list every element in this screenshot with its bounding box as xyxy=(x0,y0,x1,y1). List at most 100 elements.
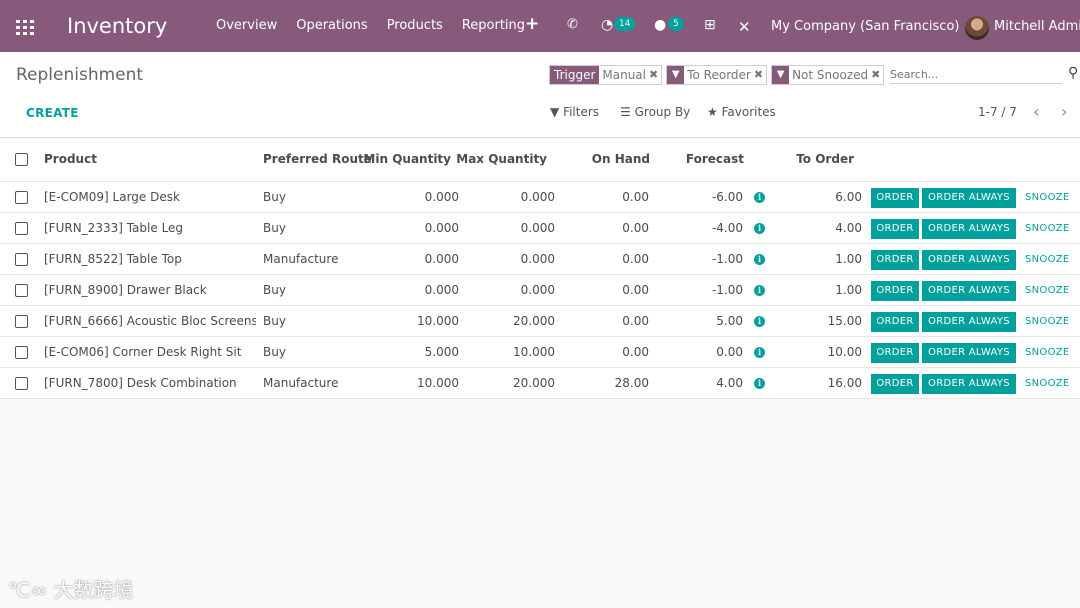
table-row[interactable]: [E-COM09] Large Desk Buy 0.000 0.000 0.00 -6.… xyxy=(0,182,1080,213)
snooze-button[interactable]: SNOOZE xyxy=(1022,281,1080,301)
search-facets: Trigger Manual ✖ ▼ To Reorder ✖ ▼ Not Sn… xyxy=(549,64,888,85)
company-switcher[interactable]: My Company (San Francisco) xyxy=(771,19,959,34)
messages-icon[interactable]: ● xyxy=(654,17,666,41)
top-navbar: Inventory Overview Operations Products R… xyxy=(0,0,1080,52)
order-button[interactable]: ORDER xyxy=(871,188,919,208)
order-always-button[interactable]: ORDER ALWAYS xyxy=(922,281,1016,301)
forecast-info-icon[interactable]: i xyxy=(754,192,765,203)
order-always-button[interactable]: ORDER ALWAYS xyxy=(922,219,1016,239)
search-icon[interactable]: ⚲ xyxy=(1068,65,1078,81)
forecast-info-icon[interactable]: i xyxy=(754,347,765,358)
forecast-info-icon[interactable]: i xyxy=(754,223,765,234)
debug-tools-icon[interactable]: ✕ xyxy=(738,18,751,42)
snooze-button[interactable]: SNOOZE xyxy=(1022,188,1080,208)
column-header-on-hand[interactable]: On Hand xyxy=(560,139,650,180)
cell-forecast: 5.00 xyxy=(716,314,743,328)
cell-forecast: -6.00 xyxy=(711,190,743,204)
replenishment-table: Product Preferred Route Min Quantity Max… xyxy=(0,139,1080,399)
order-button[interactable]: ORDER xyxy=(871,312,919,332)
forecast-info-icon[interactable]: i xyxy=(754,254,765,265)
column-header-forecast[interactable]: Forecast xyxy=(660,139,744,180)
table-body: [E-COM09] Large Desk Buy 0.000 0.000 0.00 -6.… xyxy=(0,182,1080,399)
table-row[interactable]: [FURN_7800] Desk Combination Manufacture 1… xyxy=(0,368,1080,399)
cell-route: Buy xyxy=(263,221,286,235)
menu-operations[interactable]: Operations xyxy=(296,18,367,33)
menu-reporting[interactable]: Reporting xyxy=(462,18,525,33)
order-button[interactable]: ORDER xyxy=(871,281,919,301)
order-button[interactable]: ORDER xyxy=(871,374,919,394)
favorites-button[interactable]: ★ Favorites xyxy=(707,105,776,119)
pager-next-icon[interactable]: › xyxy=(1061,102,1067,121)
order-always-button[interactable]: ORDER ALWAYS xyxy=(922,343,1016,363)
row-checkbox[interactable] xyxy=(15,253,28,266)
remove-facet-icon[interactable]: ✖ xyxy=(871,66,883,84)
snooze-button[interactable]: SNOOZE xyxy=(1022,374,1080,394)
pager-value[interactable]: 1-7 / 7 xyxy=(978,105,1017,119)
column-header-to-order[interactable]: To Order xyxy=(770,139,854,180)
plus-icon[interactable]: + xyxy=(525,14,539,38)
facet-value: To Reorder xyxy=(687,67,751,82)
search-input[interactable] xyxy=(890,66,1062,84)
table-row[interactable]: [FURN_8522] Table Top Manufacture 0.000 0.0… xyxy=(0,244,1080,275)
user-avatar[interactable] xyxy=(965,16,989,40)
column-header-min[interactable]: Min Quantity xyxy=(360,139,451,180)
cell-route: Buy xyxy=(263,190,286,204)
order-button[interactable]: ORDER xyxy=(871,219,919,239)
filter-icon: ▼ xyxy=(667,65,685,84)
facet-not-snoozed: ▼ Not Snoozed ✖ xyxy=(771,64,885,85)
table-row[interactable]: [FURN_6666] Acoustic Bloc Screens Buy 10.0… xyxy=(0,306,1080,337)
table-row[interactable]: [E-COM06] Corner Desk Right Sit Buy 5.000 1… xyxy=(0,337,1080,368)
table-row[interactable]: [FURN_2333] Table Leg Buy 0.000 0.000 0.00 -4… xyxy=(0,213,1080,244)
order-button[interactable]: ORDER xyxy=(871,343,919,363)
cell-on-hand: 0.00 xyxy=(622,252,649,266)
order-always-button[interactable]: ORDER ALWAYS xyxy=(922,188,1016,208)
table-header: Product Preferred Route Min Quantity Max… xyxy=(0,139,1080,182)
row-checkbox[interactable] xyxy=(15,315,28,328)
order-always-button[interactable]: ORDER ALWAYS xyxy=(922,374,1016,394)
cell-max-quantity: 20.000 xyxy=(513,376,555,390)
cell-forecast: -1.00 xyxy=(711,283,743,297)
filters-button[interactable]: ▼ Filters xyxy=(550,105,599,119)
activity-icon[interactable]: ◔ xyxy=(601,17,613,41)
snooze-button[interactable]: SNOOZE xyxy=(1022,312,1080,332)
snooze-button[interactable]: SNOOZE xyxy=(1022,250,1080,270)
gift-icon[interactable]: ⊞ xyxy=(704,17,716,41)
order-always-button[interactable]: ORDER ALWAYS xyxy=(922,312,1016,332)
pager-previous-icon[interactable]: ‹ xyxy=(1033,102,1039,121)
cell-route: Manufacture xyxy=(263,376,339,390)
column-header-route[interactable]: Preferred Route xyxy=(263,139,372,180)
column-header-max[interactable]: Max Quantity xyxy=(455,139,547,180)
table-row[interactable]: [FURN_8900] Drawer Black Buy 0.000 0.000 0.0… xyxy=(0,275,1080,306)
row-checkbox[interactable] xyxy=(15,191,28,204)
cell-product: [FURN_2333] Table Leg xyxy=(44,221,184,235)
remove-facet-icon[interactable]: ✖ xyxy=(649,66,661,84)
cell-min-quantity: 0.000 xyxy=(424,252,459,266)
row-checkbox[interactable] xyxy=(15,222,28,235)
create-button[interactable]: CREATE xyxy=(16,104,89,122)
select-all-checkbox[interactable] xyxy=(15,153,28,166)
apps-menu-icon[interactable] xyxy=(16,20,34,35)
facet-to-reorder: ▼ To Reorder ✖ xyxy=(666,64,768,85)
phone-icon[interactable]: ✆ xyxy=(567,17,578,41)
forecast-info-icon[interactable]: i xyxy=(754,378,765,389)
remove-facet-icon[interactable]: ✖ xyxy=(754,66,766,84)
menu-overview[interactable]: Overview xyxy=(216,18,277,33)
column-header-product[interactable]: Product xyxy=(44,139,97,180)
row-checkbox[interactable] xyxy=(15,377,28,390)
snooze-button[interactable]: SNOOZE xyxy=(1022,343,1080,363)
breadcrumb: Replenishment xyxy=(16,65,144,85)
forecast-info-icon[interactable]: i xyxy=(754,316,765,327)
order-button[interactable]: ORDER xyxy=(871,250,919,270)
user-menu[interactable]: Mitchell Admin xyxy=(994,19,1080,34)
group-by-button[interactable]: ☰ Group By xyxy=(620,105,690,119)
row-checkbox[interactable] xyxy=(15,346,28,359)
menu-products[interactable]: Products xyxy=(387,18,443,33)
row-checkbox[interactable] xyxy=(15,284,28,297)
snooze-button[interactable]: SNOOZE xyxy=(1022,219,1080,239)
order-always-button[interactable]: ORDER ALWAYS xyxy=(922,250,1016,270)
forecast-info-icon[interactable]: i xyxy=(754,285,765,296)
facet-trigger: Trigger Manual ✖ xyxy=(549,64,663,85)
app-title[interactable]: Inventory xyxy=(67,14,167,38)
cell-product: [FURN_7800] Desk Combination xyxy=(44,376,237,390)
cell-max-quantity: 20.000 xyxy=(513,314,555,328)
